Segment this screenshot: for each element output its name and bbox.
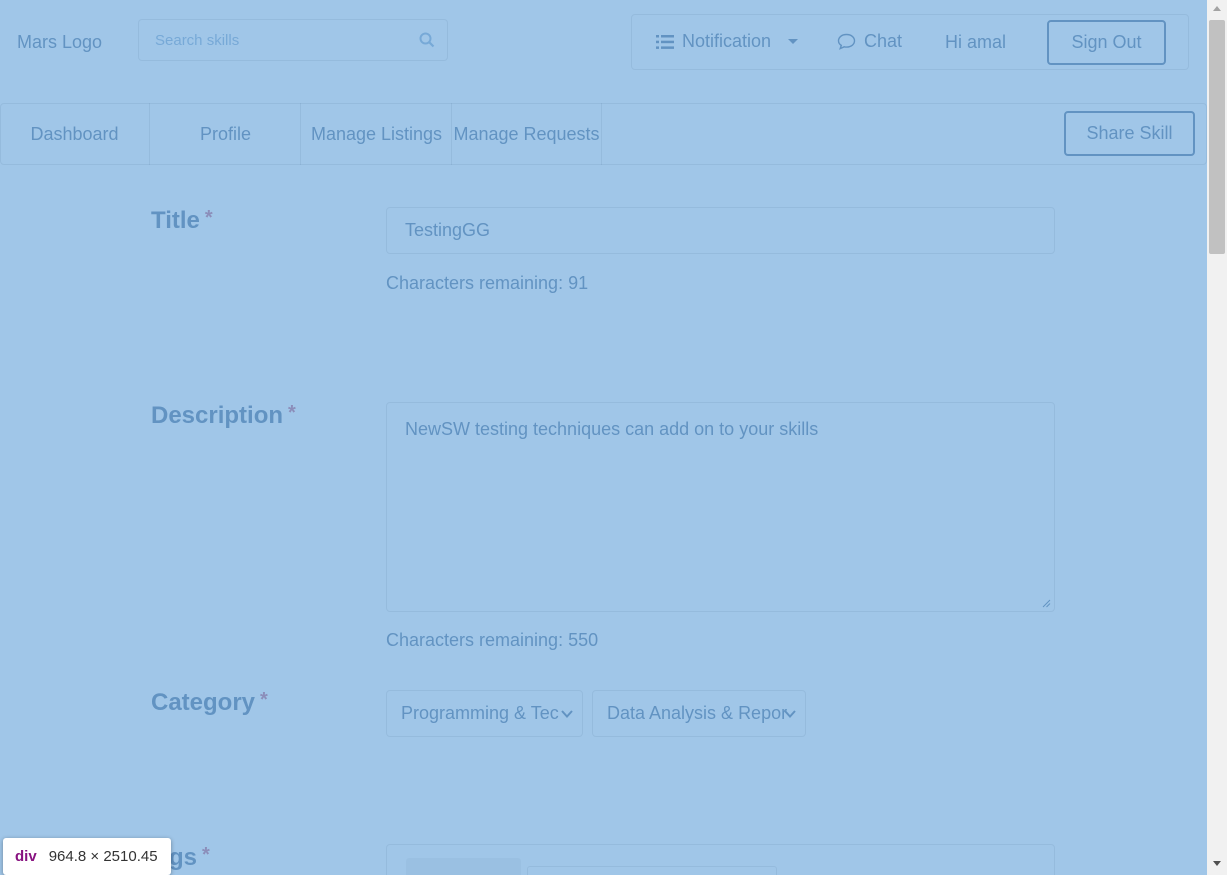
category-selected: Programming & Tec (401, 703, 559, 723)
description-text: NewSW testing techniques can add on to y… (405, 419, 819, 439)
resize-handle-icon[interactable] (1041, 598, 1051, 608)
tooltip-dimensions: 964.8 × 2510.45 (48, 848, 158, 865)
tag-chip[interactable] (406, 858, 521, 875)
search-box[interactable] (138, 19, 448, 61)
title-label: Title * (151, 207, 213, 235)
share-skill-button[interactable]: Share Skill (1064, 111, 1195, 156)
description-textarea[interactable]: NewSW testing techniques can add on to y… (386, 402, 1055, 612)
category-label-text: Category (151, 689, 256, 716)
tab-dashboard[interactable]: Dashboard (0, 103, 150, 165)
tags-input-box[interactable] (386, 844, 1055, 875)
description-chars-remaining: Characters remaining: 550 (386, 630, 599, 650)
tab-manage-listings[interactable]: Manage Listings (302, 103, 452, 165)
scroll-down-arrow-icon[interactable] (1212, 858, 1222, 868)
description-label: Description * (151, 402, 296, 430)
mars-logo[interactable]: Mars Logo (17, 32, 102, 53)
title-input[interactable]: TestingGG (386, 207, 1055, 254)
subcategory-selected: Data Analysis & Repor (607, 703, 788, 723)
chat-label: Chat (864, 31, 903, 51)
notification-dropdown[interactable]: Notification (656, 31, 799, 52)
tags-label: gs * (169, 844, 210, 872)
devtools-element-tooltip: div 964.8 × 2510.45 (3, 838, 171, 875)
tooltip-tag: div (15, 848, 37, 865)
tab-manage-requests[interactable]: Manage Requests (452, 103, 602, 165)
description-label-text: Description (151, 402, 284, 429)
user-greeting[interactable]: Hi amal (945, 32, 1006, 53)
caret-down-icon (788, 38, 799, 44)
required-marker: * (202, 844, 210, 866)
required-marker: * (204, 207, 213, 229)
search-icon[interactable] (419, 32, 435, 48)
scroll-up-arrow-icon[interactable] (1212, 4, 1222, 14)
subcategory-select[interactable]: Data Analysis & Repor (592, 690, 806, 737)
chat-bubble-icon (837, 33, 856, 50)
category-select[interactable]: Programming & Tec (386, 690, 583, 737)
search-input[interactable] (139, 20, 431, 60)
title-chars-remaining: Characters remaining: 91 (386, 273, 589, 293)
tags-label-text: gs (169, 844, 198, 871)
title-label-text: Title (151, 207, 200, 234)
required-marker: * (288, 402, 296, 424)
chevron-down-icon (784, 710, 796, 718)
chevron-down-icon (561, 710, 573, 718)
required-marker: * (260, 689, 268, 711)
scrollbar-thumb[interactable] (1209, 20, 1225, 254)
chat-link[interactable]: Chat (837, 31, 902, 52)
notification-label: Notification (682, 31, 772, 51)
list-icon (656, 34, 674, 49)
page: Mars Logo Notification Chat Hi amal Sign… (0, 0, 1207, 875)
sign-out-button[interactable]: Sign Out (1047, 20, 1166, 65)
tab-profile[interactable]: Profile (151, 103, 301, 165)
category-label: Category * (151, 689, 268, 717)
tag-add-input[interactable] (527, 866, 777, 875)
